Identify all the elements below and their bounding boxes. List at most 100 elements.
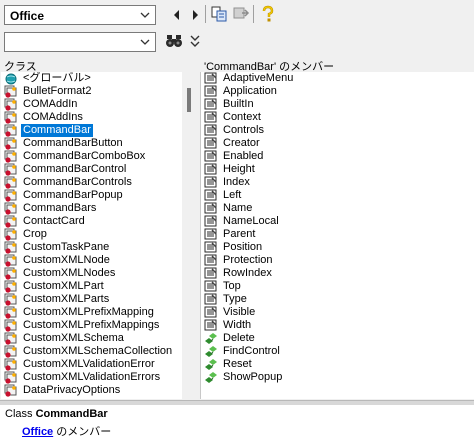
class-icon — [4, 345, 18, 358]
search-combo[interactable] — [4, 32, 156, 52]
class-icon — [4, 215, 18, 228]
method-icon — [204, 371, 218, 384]
class-icon — [4, 111, 18, 124]
member-list-item-label: Application — [223, 85, 277, 97]
class-icon — [4, 137, 18, 150]
class-list-item-label: CustomTaskPane — [23, 241, 110, 253]
library-value: Office — [10, 9, 45, 23]
class-icon — [4, 163, 18, 176]
member-list-item-label: Top — [223, 280, 241, 292]
property-icon — [204, 137, 218, 150]
member-list-item-label: RowIndex — [223, 267, 272, 279]
property-icon — [204, 319, 218, 332]
property-icon — [204, 98, 218, 111]
details-pane: Class CommandBar Office のメンバー — [0, 405, 474, 439]
toolbar-search — [0, 29, 474, 57]
class-list-item-label: CommandBarPopup — [23, 189, 123, 201]
class-icon — [4, 280, 18, 293]
property-icon — [204, 176, 218, 189]
library-combo[interactable]: Office — [4, 5, 156, 25]
property-icon — [204, 150, 218, 163]
member-list-item-label: Parent — [223, 228, 256, 240]
back-icon[interactable] — [168, 6, 186, 24]
member-list-item-label: Creator — [223, 137, 260, 149]
details-heading: Class CommandBar — [5, 408, 108, 420]
class-icon — [4, 254, 18, 267]
property-icon — [204, 124, 218, 137]
class-list-item-label: CustomXMLNodes — [23, 267, 116, 279]
class-icon — [4, 176, 18, 189]
class-list-item-label: DataPrivacyOptions — [23, 384, 121, 396]
property-icon — [204, 254, 218, 267]
class-list-item-label: CustomXMLPrefixMapping — [23, 306, 154, 318]
property-icon — [204, 267, 218, 280]
property-icon — [204, 293, 218, 306]
class-list-item-label: CommandBar — [21, 124, 93, 137]
details-suffix: のメンバー — [56, 426, 112, 438]
class-icon — [4, 267, 18, 280]
class-icon — [4, 306, 18, 319]
details-prefix: Class — [5, 408, 33, 420]
class-list-item-label: CustomXMLValidationError — [23, 358, 155, 370]
class-list-item-label: CommandBarButton — [23, 137, 123, 149]
details-library-link[interactable]: Office — [22, 426, 53, 438]
class-icon — [4, 332, 18, 345]
member-list-item-label: Delete — [223, 332, 255, 344]
class-list-item-label: CustomXMLSchemaCollection — [23, 345, 173, 357]
property-icon — [204, 202, 218, 215]
class-icon — [4, 189, 18, 202]
class-icon — [4, 202, 18, 215]
member-list-item-label: Controls — [223, 124, 264, 136]
class-list-item-label: <グローバル> — [23, 72, 91, 84]
chevron-down-icon[interactable] — [138, 7, 152, 23]
method-icon — [204, 358, 218, 371]
copy-to-clipboard-icon[interactable] — [210, 5, 228, 23]
property-icon — [204, 280, 218, 293]
chevron-down-icon[interactable] — [138, 34, 152, 50]
class-list-item-label: BulletFormat2 — [23, 85, 92, 97]
toolbar-separator — [253, 5, 254, 23]
globals-icon — [4, 72, 18, 85]
class-list-item-label: CustomXMLParts — [23, 293, 110, 305]
class-icon — [4, 293, 18, 306]
property-icon — [204, 241, 218, 254]
class-list-item-label: COMAddIns — [23, 111, 83, 123]
class-icon — [4, 124, 18, 137]
property-icon — [204, 189, 218, 202]
class-list-item-label: CommandBarControls — [23, 176, 132, 188]
toggle-search-results-icon[interactable] — [186, 32, 204, 50]
class-list-item-label: CustomXMLNode — [23, 254, 110, 266]
property-icon — [204, 215, 218, 228]
class-icon — [4, 150, 18, 163]
help-icon[interactable] — [259, 5, 277, 23]
scrollbar-thumb[interactable] — [187, 88, 191, 112]
property-icon — [204, 228, 218, 241]
details-member-of: Office のメンバー — [22, 423, 111, 439]
class-icon — [4, 98, 18, 111]
property-icon — [204, 85, 218, 98]
class-icon — [4, 371, 18, 384]
class-list-item-label: CustomXMLPart — [23, 280, 104, 292]
member-list-item-label: Width — [223, 319, 252, 331]
details-class-name: CommandBar — [35, 408, 108, 420]
class-pane-header: クラス — [4, 61, 37, 73]
member-list-item-label: ShowPopup — [223, 371, 283, 383]
property-icon — [204, 163, 218, 176]
binoculars-icon[interactable] — [165, 32, 183, 50]
forward-icon[interactable] — [186, 6, 204, 24]
class-list[interactable]: <グローバル> BulletFormat2 COMAddIn COMAddIns Com… — [1, 72, 183, 399]
class-icon — [4, 384, 18, 397]
class-icon — [4, 319, 18, 332]
member-list-item-label: BuiltIn — [223, 98, 254, 110]
class-icon — [4, 228, 18, 241]
property-icon — [204, 306, 218, 319]
view-definition-icon[interactable] — [232, 5, 250, 23]
member-list-item-label: Name — [223, 202, 253, 214]
member-list[interactable]: AdaptiveMenu Application BuiltIn Context Con… — [200, 72, 474, 399]
member-list-item-label: Left — [223, 189, 242, 201]
member-list-item-label: Visible — [223, 306, 256, 318]
member-list-item-label: Protection — [223, 254, 273, 266]
class-list-item-label: CommandBarControl — [23, 163, 127, 175]
property-icon — [204, 72, 218, 85]
class-list-scrollbar[interactable] — [182, 72, 196, 399]
